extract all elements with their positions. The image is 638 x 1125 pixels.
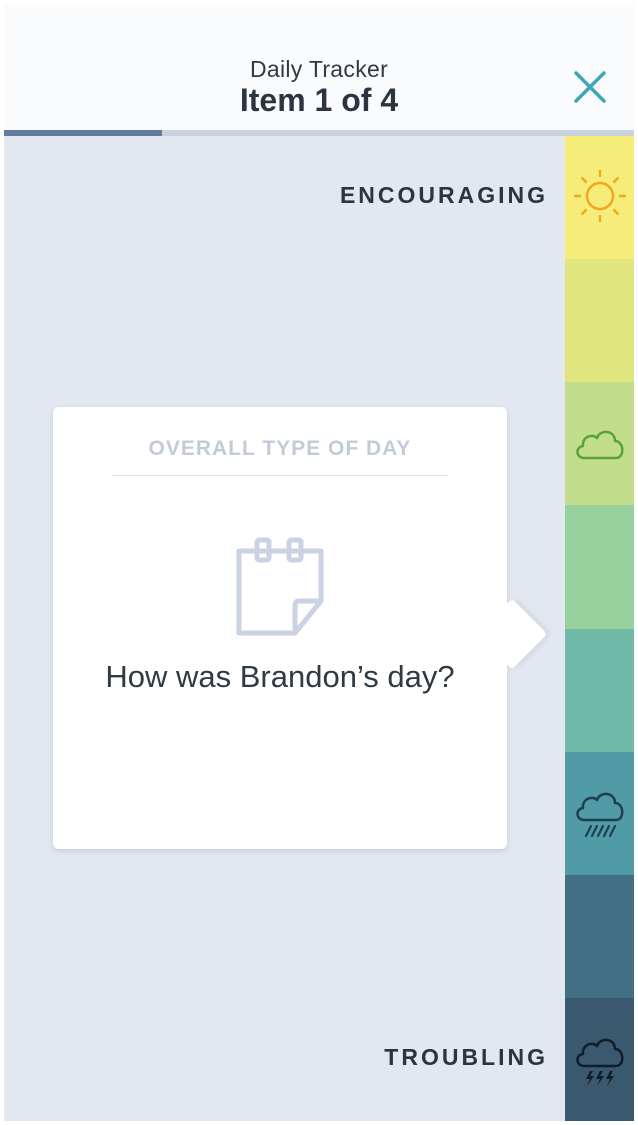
question-text: How was Brandon’s day? xyxy=(105,659,455,694)
close-icon xyxy=(574,71,606,103)
rating-option-8[interactable] xyxy=(565,997,634,1121)
card-divider xyxy=(112,475,448,476)
rating-option-6[interactable] xyxy=(565,751,634,875)
cloud-icon xyxy=(576,431,624,460)
card-heading: OVERALL TYPE OF DAY xyxy=(148,437,412,460)
header-title: Item 1 of 4 xyxy=(239,82,399,118)
card-body: OVERALL TYPE OF DAY How was Brandon’s da… xyxy=(53,407,507,849)
progress-bar xyxy=(4,130,634,136)
rating-option-7[interactable] xyxy=(565,874,634,998)
rating-option-4[interactable] xyxy=(565,505,634,629)
rating-option-3[interactable] xyxy=(565,382,634,506)
daily-tracker-screen: Daily Tracker Item 1 of 4 ENCOURAGING TR… xyxy=(4,4,634,1121)
rain-cloud-icon xyxy=(576,792,624,837)
day-rating-scale xyxy=(565,136,634,1121)
header: Daily Tracker Item 1 of 4 xyxy=(4,4,634,130)
encouraging-label: ENCOURAGING xyxy=(339,182,548,208)
sun-icon xyxy=(573,169,627,223)
rating-option-2[interactable] xyxy=(565,259,634,383)
rating-option-5[interactable] xyxy=(565,628,634,752)
rating-option-1[interactable] xyxy=(565,136,634,260)
troubling-label: TROUBLING xyxy=(384,1044,548,1070)
close-button[interactable] xyxy=(571,68,609,106)
storm-cloud-icon xyxy=(576,1038,624,1086)
calendar-note-icon xyxy=(229,535,331,644)
progress-bar-fill xyxy=(4,130,162,136)
question-card: OVERALL TYPE OF DAY How was Brandon’s da… xyxy=(53,407,548,849)
header-subtitle: Daily Tracker xyxy=(249,56,389,82)
